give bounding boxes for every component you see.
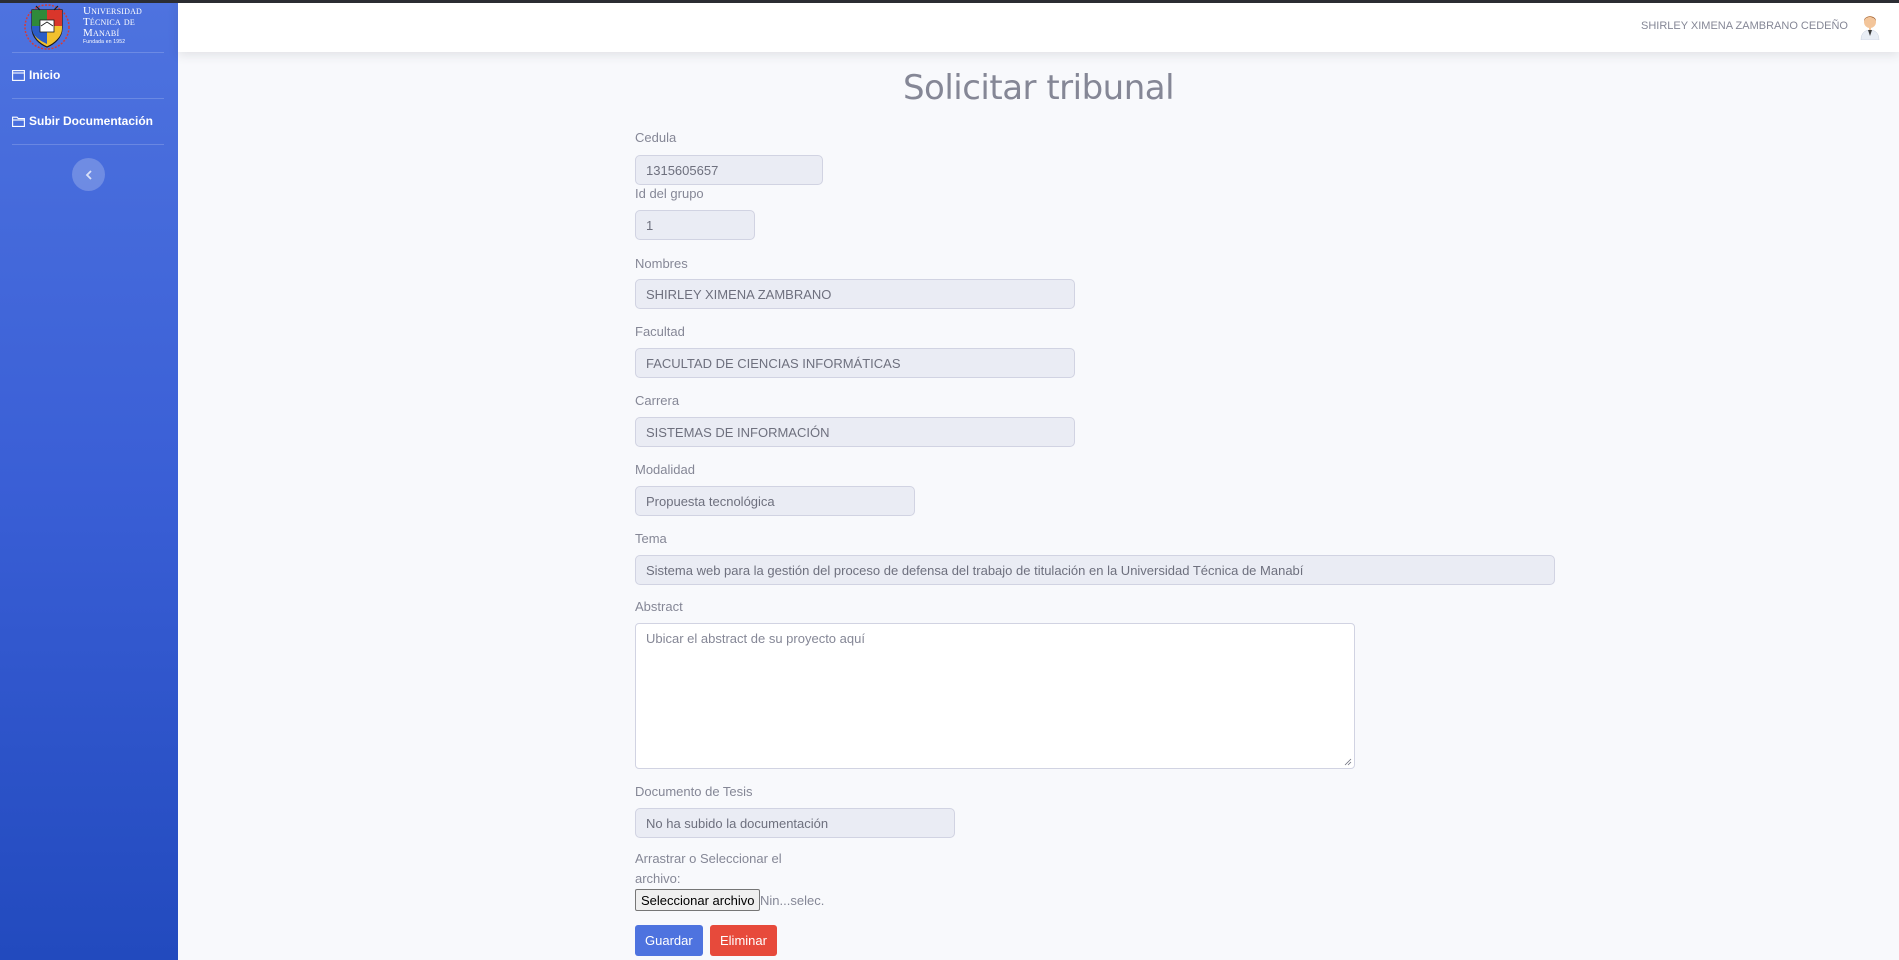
- sidebar-item-label: Subir Documentación: [29, 114, 154, 128]
- chevron-left-icon: [85, 169, 92, 180]
- modalidad-field[interactable]: Propuesta tecnológica: [635, 486, 915, 516]
- facultad-field[interactable]: FACULTAD DE CIENCIAS INFORMÁTICAS: [635, 348, 1075, 378]
- delete-button[interactable]: Eliminar: [710, 925, 777, 956]
- user-avatar-icon[interactable]: [1858, 12, 1882, 40]
- modalidad-label: Modalidad: [635, 462, 695, 477]
- documento-tesis-field[interactable]: No ha subido la documentación: [635, 808, 955, 838]
- brand-name: Universidad Técnica de Manabí Fundada en…: [83, 6, 163, 46]
- sidebar-toggle-button[interactable]: [72, 158, 105, 191]
- group-id-label: Id del grupo: [635, 186, 704, 201]
- university-logo: [24, 4, 70, 50]
- user-name[interactable]: SHIRLEY XIMENA ZAMBRANO CEDEÑO: [1641, 20, 1848, 32]
- sidebar-item-inicio[interactable]: Inicio: [12, 65, 172, 85]
- sidebar-item-subir-documentacion[interactable]: Subir Documentación: [12, 111, 172, 131]
- cedula-field[interactable]: 1315605657: [635, 155, 823, 185]
- sidebar-divider: [12, 98, 164, 99]
- sidebar: Universidad Técnica de Manabí Fundada en…: [0, 0, 178, 960]
- topbar: SHIRLEY XIMENA ZAMBRANO CEDEÑO: [178, 3, 1899, 52]
- resize-handle-icon[interactable]: [1344, 758, 1352, 766]
- brand[interactable]: Universidad Técnica de Manabí Fundada en…: [0, 3, 178, 52]
- sidebar-item-label: Inicio: [29, 68, 61, 82]
- page-title: Solicitar tribunal: [902, 68, 1175, 108]
- abstract-placeholder: Ubicar el abstract de su proyecto aquí: [646, 631, 865, 646]
- documento-tesis-label: Documento de Tesis: [635, 784, 753, 799]
- choose-file-button[interactable]: Seleccionar archivo: [635, 889, 761, 911]
- nombres-field[interactable]: SHIRLEY XIMENA ZAMBRANO: [635, 279, 1075, 309]
- brand-tagline: Fundada en 1952: [83, 39, 126, 45]
- carrera-field[interactable]: SISTEMAS DE INFORMACIÓN: [635, 417, 1075, 447]
- abstract-label: Abstract: [635, 599, 683, 614]
- tema-field[interactable]: Sistema web para la gestión del proceso …: [635, 555, 1555, 585]
- facultad-label: Facultad: [635, 324, 685, 339]
- window-top-strip: [0, 0, 1899, 3]
- folder-icon: [12, 116, 25, 127]
- window-icon: [12, 69, 25, 81]
- file-drop-label: Arrastrar o Seleccionar el: [635, 851, 782, 866]
- tema-label: Tema: [635, 531, 667, 546]
- brand-line-3: Manabí: [83, 27, 120, 39]
- file-drop-label-cont: archivo:: [635, 871, 681, 886]
- save-button[interactable]: Guardar: [635, 925, 703, 956]
- sidebar-divider: [12, 52, 164, 53]
- cedula-label: Cedula: [635, 130, 677, 145]
- sidebar-divider: [12, 144, 164, 145]
- carrera-label: Carrera: [635, 393, 680, 408]
- nombres-label: Nombres: [635, 256, 688, 271]
- abstract-textarea[interactable]: Ubicar el abstract de su proyecto aquí: [635, 623, 1355, 769]
- file-status-text: Nin...selec.: [760, 893, 825, 908]
- group-id-field[interactable]: 1: [635, 210, 755, 240]
